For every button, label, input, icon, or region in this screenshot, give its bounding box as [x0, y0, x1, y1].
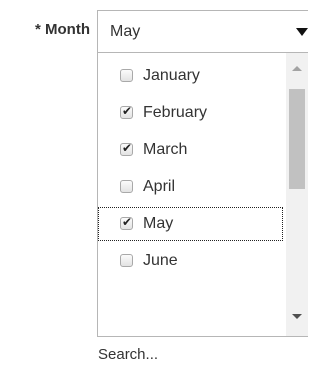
option-label: February [143, 104, 208, 121]
dropdown-arrow-icon[interactable] [296, 28, 308, 36]
option-label: January [143, 67, 200, 84]
option-february[interactable]: ✔ February [98, 96, 283, 130]
option-list: January ✔ February ✔ March April ✔ May J… [98, 53, 283, 336]
checkbox-may[interactable]: ✔ [120, 215, 133, 230]
option-label: May [143, 215, 174, 232]
checkbox-january[interactable] [120, 69, 133, 82]
scrollbar[interactable] [286, 53, 308, 336]
option-january[interactable]: January [98, 59, 283, 93]
dropdown-panel: January ✔ February ✔ March April ✔ May J… [97, 53, 308, 336]
scroll-down-arrow-icon[interactable] [292, 314, 302, 319]
scrollbar-thumb[interactable] [289, 89, 305, 189]
check-icon: ✔ [122, 141, 133, 155]
option-march[interactable]: ✔ March [98, 133, 283, 167]
search-input[interactable] [97, 336, 308, 365]
option-label: April [143, 178, 176, 195]
check-icon: ✔ [122, 104, 133, 118]
scroll-up-arrow-icon[interactable] [292, 66, 302, 71]
option-april[interactable]: April [98, 170, 283, 204]
option-may[interactable]: ✔ May [98, 207, 283, 241]
month-field-label: * Month [35, 21, 90, 38]
month-select[interactable]: May [97, 10, 308, 53]
option-label: March [143, 141, 188, 158]
option-june[interactable]: June [98, 244, 283, 278]
check-icon: ✔ [122, 215, 133, 229]
month-multiselect: * Month May January ✔ February ✔ March A… [0, 0, 308, 365]
option-label: June [143, 252, 178, 269]
selected-value: May [110, 23, 141, 40]
checkbox-february[interactable]: ✔ [120, 104, 133, 119]
checkbox-june[interactable] [120, 254, 133, 267]
checkbox-april[interactable] [120, 180, 133, 193]
checkbox-march[interactable]: ✔ [120, 141, 133, 156]
